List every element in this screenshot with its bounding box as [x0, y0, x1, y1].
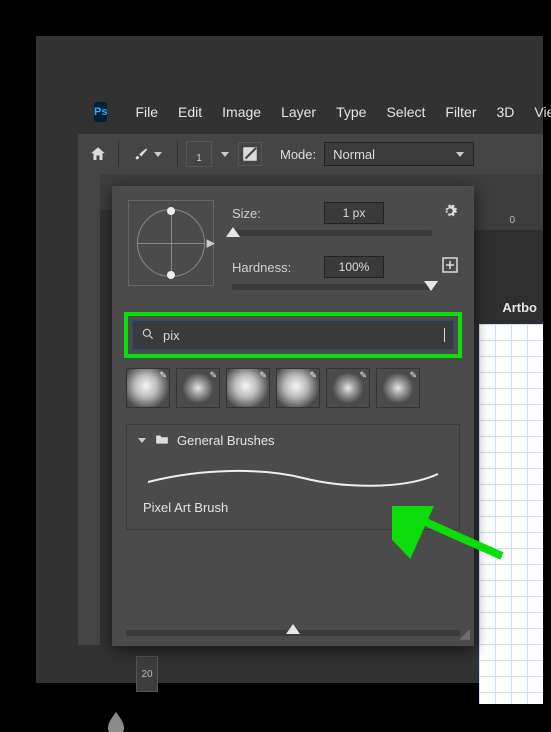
chevron-down-icon: [153, 147, 163, 162]
search-icon: [141, 327, 155, 344]
brush-preset[interactable]: ✎: [276, 368, 320, 408]
brush-preset[interactable]: ✎: [176, 368, 220, 408]
hardness-label: Hardness:: [232, 260, 312, 275]
artboard[interactable]: [479, 324, 543, 704]
brush-settings-icon[interactable]: [238, 142, 262, 166]
brush-preset[interactable]: ✎: [226, 368, 270, 408]
mode-label: Mode:: [280, 147, 316, 162]
separator: [177, 141, 178, 167]
brush-group: General Brushes Pixel Art Brush: [126, 424, 460, 530]
menu-3d[interactable]: 3D: [487, 100, 525, 124]
menu-filter[interactable]: Filter: [435, 100, 486, 124]
canvas-area: 0 Artbo: [465, 210, 543, 645]
brush-search-input[interactable]: [163, 328, 436, 343]
menu-file[interactable]: File: [125, 100, 168, 124]
menu-bar: Ps File Edit Image Layer Type Select Fil…: [94, 98, 543, 126]
droplet-icon: [108, 712, 124, 732]
resize-grip-icon[interactable]: ◢: [459, 625, 470, 642]
new-preset-icon[interactable]: [442, 257, 458, 278]
folder-icon: [155, 433, 169, 448]
brush-preset[interactable]: ✎: [126, 368, 170, 408]
app-logo: Ps: [94, 102, 107, 122]
options-bar: 1 Mode: Normal: [78, 134, 543, 174]
panel-scrollbar[interactable]: [126, 630, 460, 636]
menu-image[interactable]: Image: [212, 100, 271, 124]
search-highlight: [124, 312, 462, 358]
text-caret: [444, 328, 445, 342]
menu-layer[interactable]: Layer: [271, 100, 326, 124]
chevron-down-icon: [137, 433, 147, 448]
secondary-size-box[interactable]: 20: [136, 656, 158, 692]
menu-type[interactable]: Type: [326, 100, 376, 124]
brush-preset[interactable]: ✎: [376, 368, 420, 408]
recent-brushes: ✎ ✎ ✎ ✎ ✎ ✎: [112, 368, 474, 408]
menu-view[interactable]: View: [524, 100, 551, 124]
size-value[interactable]: 1 px: [324, 202, 384, 224]
brush-size-preview[interactable]: 1: [186, 141, 212, 167]
artboard-label[interactable]: Artbo: [502, 300, 537, 315]
gear-icon[interactable]: [442, 203, 458, 223]
brush-group-title: General Brushes: [177, 433, 275, 448]
mode-select[interactable]: Normal: [324, 142, 474, 166]
brush-search[interactable]: [132, 320, 454, 350]
brush-group-header[interactable]: General Brushes: [127, 425, 459, 456]
chevron-down-icon[interactable]: [220, 147, 230, 162]
mode-value: Normal: [333, 147, 375, 162]
ruler: 0: [465, 210, 543, 230]
tool-brush-dropdown[interactable]: [127, 144, 169, 164]
home-button[interactable]: [86, 142, 110, 166]
separator: [118, 141, 119, 167]
brush-name[interactable]: Pixel Art Brush: [127, 492, 459, 529]
brush-picker-popover: ▶ Size: 1 px H: [112, 186, 474, 646]
size-label: Size:: [232, 206, 312, 221]
brush-preset[interactable]: ✎: [326, 368, 370, 408]
menu-select[interactable]: Select: [376, 100, 435, 124]
menu-edit[interactable]: Edit: [168, 100, 212, 124]
size-slider[interactable]: [232, 230, 432, 236]
brush-angle-control[interactable]: ▶: [128, 200, 214, 286]
hardness-value[interactable]: 100%: [324, 256, 384, 278]
hardness-slider[interactable]: [232, 284, 432, 290]
tools-panel[interactable]: [78, 174, 100, 645]
brush-stroke-preview[interactable]: [143, 466, 443, 488]
app-frame: Ps File Edit Image Layer Type Select Fil…: [36, 36, 543, 683]
